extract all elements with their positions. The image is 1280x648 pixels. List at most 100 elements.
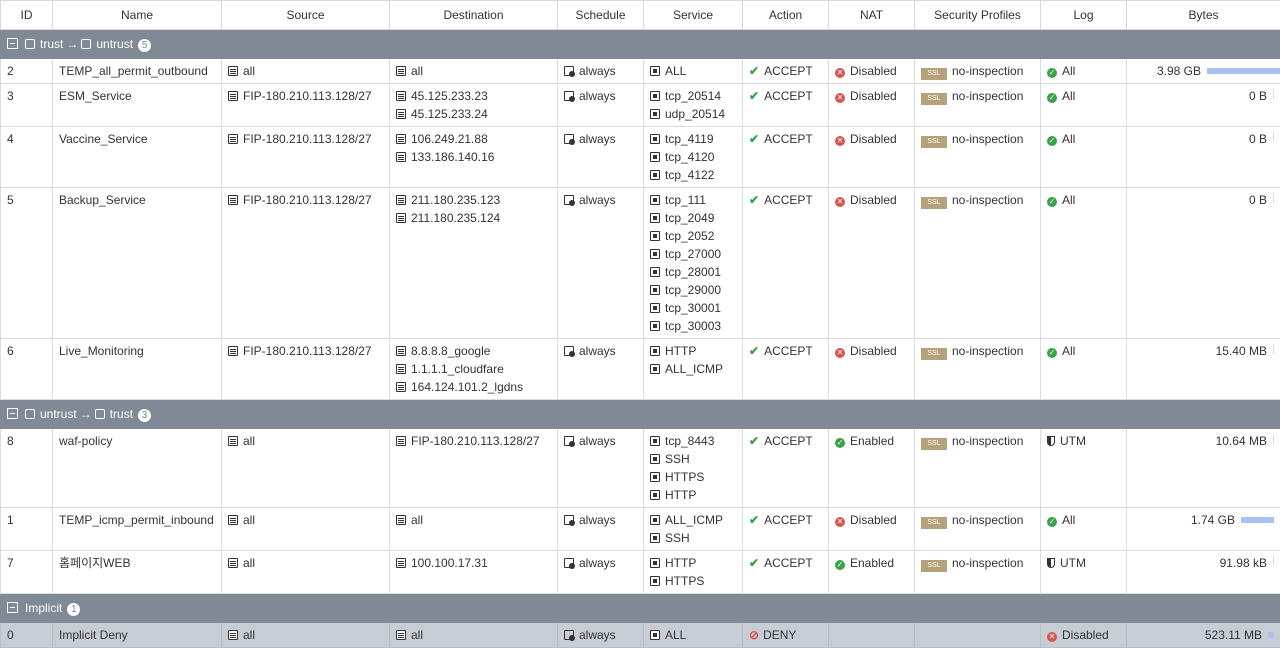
policy-name[interactable]: TEMP_all_permit_outbound <box>59 63 215 80</box>
policy-row-implicit-deny[interactable]: 0Implicit DenyallallalwaysALL⊘DENY✕Disab… <box>1 623 1280 648</box>
col-header-bytes[interactable]: Bytes <box>1127 1 1280 30</box>
source-item[interactable]: FIP-180.210.113.128/27 <box>228 131 383 148</box>
destination-item[interactable]: all <box>396 627 551 644</box>
policy-row[interactable]: 6Live_MonitoringFIP-180.210.113.128/278.… <box>1 339 1280 400</box>
service-item[interactable]: ALL <box>650 627 736 644</box>
schedule-item[interactable]: always <box>564 131 637 148</box>
col-header-destination[interactable]: Destination <box>390 1 558 30</box>
service-item[interactable]: HTTP <box>650 343 736 360</box>
policy-row[interactable]: 5Backup_ServiceFIP-180.210.113.128/27211… <box>1 188 1280 339</box>
security-profile-item[interactable]: SSLno-inspection <box>921 192 1034 209</box>
destination-item[interactable]: 164.124.101.2_lgdns <box>396 379 551 396</box>
security-profile-item[interactable]: SSLno-inspection <box>921 512 1034 529</box>
policy-name[interactable]: 홈페이지WEB <box>59 555 215 572</box>
policy-row[interactable]: 2TEMP_all_permit_outboundallallalwaysALL… <box>1 59 1280 84</box>
check-icon: ✔ <box>749 89 759 103</box>
schedule-item[interactable]: always <box>564 555 637 572</box>
policy-row[interactable]: 1TEMP_icmp_permit_inboundallallalwaysALL… <box>1 508 1280 551</box>
source-item[interactable]: FIP-180.210.113.128/27 <box>228 192 383 209</box>
policy-row[interactable]: 8waf-policyallFIP-180.210.113.128/27alwa… <box>1 429 1280 508</box>
service-item[interactable]: tcp_4122 <box>650 167 736 184</box>
destination-item[interactable]: 211.180.235.123 <box>396 192 551 209</box>
service-item[interactable]: HTTP <box>650 487 736 504</box>
col-header-action[interactable]: Action <box>743 1 829 30</box>
schedule-item[interactable]: always <box>564 192 637 209</box>
security-profile-item[interactable]: SSLno-inspection <box>921 343 1034 360</box>
service-item[interactable]: tcp_2052 <box>650 228 736 245</box>
col-header-source[interactable]: Source <box>222 1 390 30</box>
source-item[interactable]: all <box>228 627 383 644</box>
policy-row[interactable]: 3ESM_ServiceFIP-180.210.113.128/2745.125… <box>1 84 1280 127</box>
service-item[interactable]: tcp_20514 <box>650 88 736 105</box>
schedule-item[interactable]: always <box>564 88 637 105</box>
section-header[interactable]: trust→untrust5 <box>1 30 1280 59</box>
source-item[interactable]: all <box>228 555 383 572</box>
destination-item[interactable]: all <box>396 512 551 529</box>
service-item[interactable]: ALL_ICMP <box>650 361 736 378</box>
destination-item[interactable]: 45.125.233.23 <box>396 88 551 105</box>
policy-name[interactable]: Backup_Service <box>59 192 215 209</box>
schedule-item[interactable]: always <box>564 433 637 450</box>
col-header-id[interactable]: ID <box>1 1 53 30</box>
col-header-nat[interactable]: NAT <box>829 1 915 30</box>
service-item[interactable]: ALL_ICMP <box>650 512 736 529</box>
policy-name[interactable]: Implicit Deny <box>59 627 215 644</box>
destination-item[interactable]: 1.1.1.1_cloudfare <box>396 361 551 378</box>
policy-name[interactable]: Live_Monitoring <box>59 343 215 360</box>
source-item[interactable]: FIP-180.210.113.128/27 <box>228 88 383 105</box>
col-header-schedule[interactable]: Schedule <box>558 1 644 30</box>
policy-row[interactable]: 7홈페이지WEBall100.100.17.31alwaysHTTPHTTPS✔… <box>1 551 1280 594</box>
service-item[interactable]: tcp_29000 <box>650 282 736 299</box>
destination-item[interactable]: 8.8.8.8_google <box>396 343 551 360</box>
service-item[interactable]: tcp_2049 <box>650 210 736 227</box>
service-item[interactable]: tcp_30001 <box>650 300 736 317</box>
service-item[interactable]: ALL <box>650 63 736 80</box>
col-header-name[interactable]: Name <box>53 1 222 30</box>
service-item[interactable]: tcp_30003 <box>650 318 736 335</box>
service-item[interactable]: tcp_27000 <box>650 246 736 263</box>
col-header-service[interactable]: Service <box>644 1 743 30</box>
col-header-security-profiles[interactable]: Security Profiles <box>915 1 1041 30</box>
check-circle-icon: ✓ <box>1047 136 1057 146</box>
policy-row[interactable]: 4Vaccine_ServiceFIP-180.210.113.128/2710… <box>1 127 1280 188</box>
destination-item[interactable]: 106.249.21.88 <box>396 131 551 148</box>
destination-item[interactable]: all <box>396 63 551 80</box>
schedule-item[interactable]: always <box>564 63 637 80</box>
schedule-item[interactable]: always <box>564 512 637 529</box>
security-profile-item[interactable]: SSLno-inspection <box>921 555 1034 572</box>
security-profile-item[interactable]: SSLno-inspection <box>921 88 1034 105</box>
service-item[interactable]: tcp_4120 <box>650 149 736 166</box>
service-item[interactable]: SSH <box>650 530 736 547</box>
schedule-item[interactable]: always <box>564 343 637 360</box>
destination-item[interactable]: FIP-180.210.113.128/27 <box>396 433 551 450</box>
service-item[interactable]: udp_20514 <box>650 106 736 123</box>
policy-name[interactable]: ESM_Service <box>59 88 215 105</box>
section-header[interactable]: untrust→trust3 <box>1 400 1280 429</box>
source-item[interactable]: FIP-180.210.113.128/27 <box>228 343 383 360</box>
destination-item[interactable]: 100.100.17.31 <box>396 555 551 572</box>
section-header-implicit[interactable]: Implicit1 <box>1 594 1280 623</box>
security-profile-item[interactable]: SSLno-inspection <box>921 433 1034 450</box>
source-item[interactable]: all <box>228 512 383 529</box>
service-item[interactable]: HTTP <box>650 555 736 572</box>
col-header-log[interactable]: Log <box>1041 1 1127 30</box>
security-profile-item[interactable]: SSLno-inspection <box>921 131 1034 148</box>
service-item[interactable]: tcp_8443 <box>650 433 736 450</box>
security-profile-item[interactable]: SSLno-inspection <box>921 63 1034 80</box>
service-item[interactable]: HTTPS <box>650 469 736 486</box>
destination-item[interactable]: 45.125.233.24 <box>396 106 551 123</box>
destination-item[interactable]: 133.186.140.16 <box>396 149 551 166</box>
schedule-item[interactable]: always <box>564 627 637 644</box>
policy-name[interactable]: TEMP_icmp_permit_inbound <box>59 512 215 529</box>
policy-name[interactable]: Vaccine_Service <box>59 131 215 148</box>
service-item[interactable]: SSH <box>650 451 736 468</box>
service-item[interactable]: tcp_28001 <box>650 264 736 281</box>
service-item[interactable]: HTTPS <box>650 573 736 590</box>
service-item[interactable]: tcp_111 <box>650 192 736 209</box>
source-item[interactable]: all <box>228 433 383 450</box>
service-icon <box>650 152 660 162</box>
policy-name[interactable]: waf-policy <box>59 433 215 450</box>
source-item[interactable]: all <box>228 63 383 80</box>
service-item[interactable]: tcp_4119 <box>650 131 736 148</box>
destination-item[interactable]: 211.180.235.124 <box>396 210 551 227</box>
